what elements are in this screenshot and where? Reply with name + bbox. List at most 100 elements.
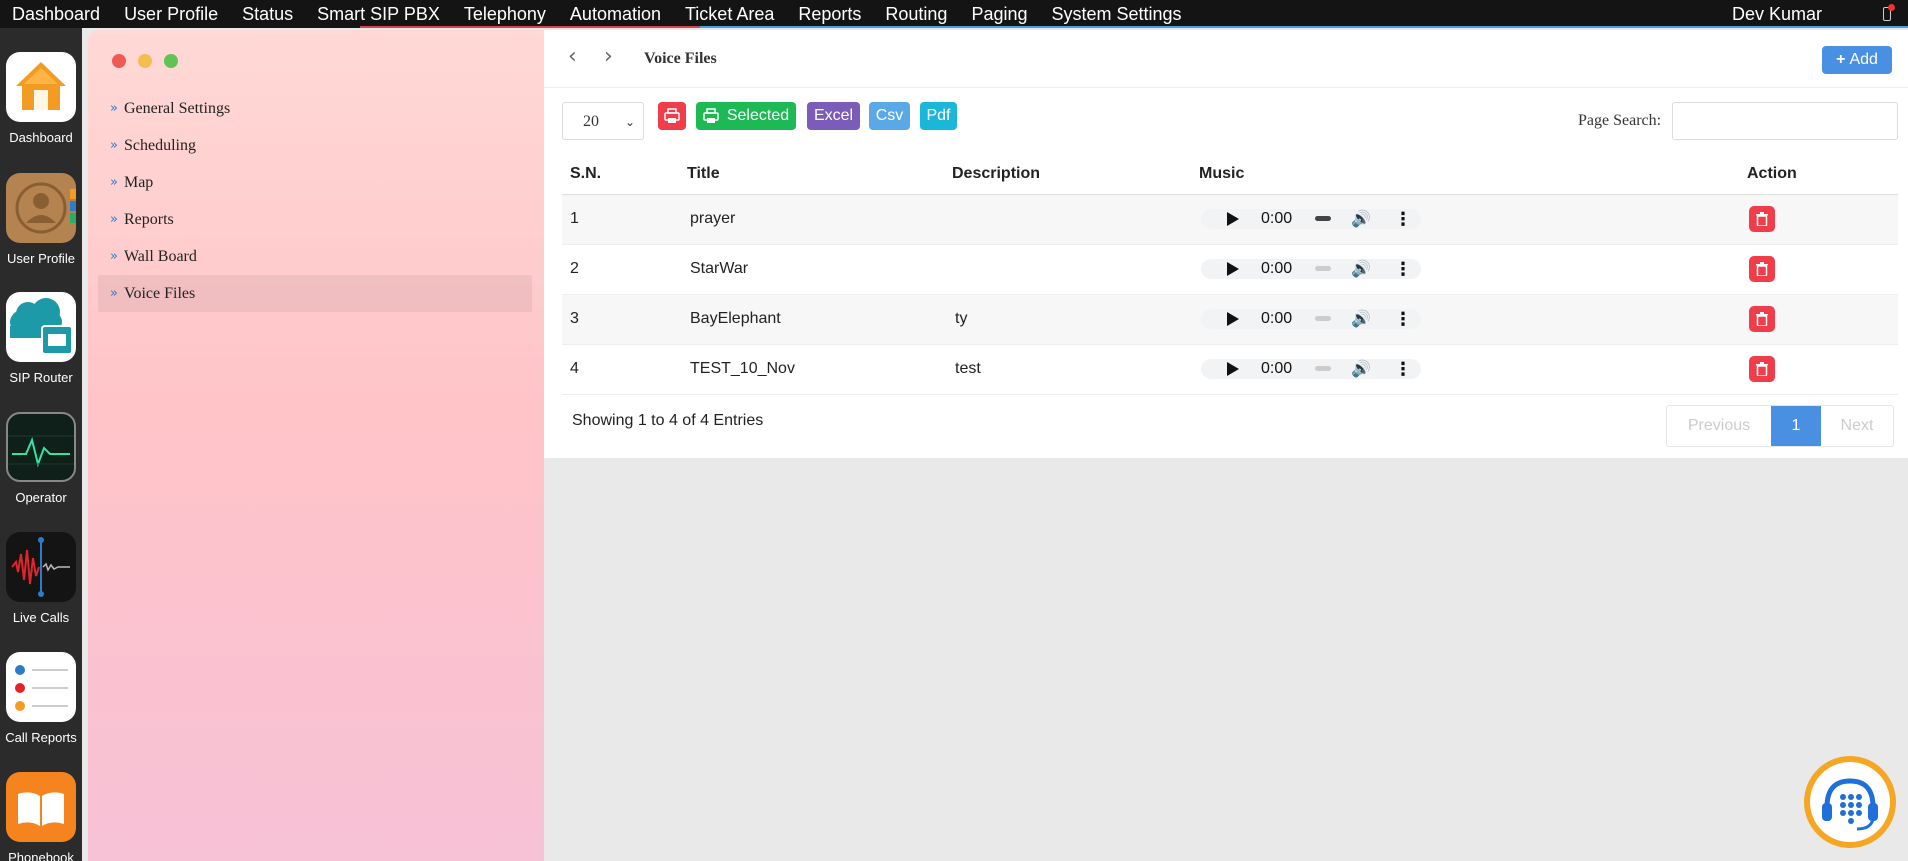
delete-button[interactable]	[1749, 206, 1775, 232]
print-button[interactable]	[658, 102, 686, 130]
audio-progress-slider[interactable]	[1315, 216, 1331, 221]
sidebar-item-voice-files[interactable]: » Voice Files	[98, 275, 532, 312]
menu-ticket-area[interactable]: Ticket Area	[673, 0, 786, 28]
page-1-button[interactable]: 1	[1771, 406, 1821, 446]
more-options-icon[interactable]: ⋮	[1394, 209, 1412, 230]
export-excel-button[interactable]: Excel	[807, 102, 860, 130]
reminders-icon	[6, 652, 76, 722]
sidebar-item-label: Voice Files	[123, 284, 196, 302]
column-header-music[interactable]: Music	[1191, 154, 1739, 195]
chevron-down-icon: ⌄	[624, 115, 635, 129]
minimize-window-button[interactable]	[138, 54, 152, 68]
voice-files-table: S.N. Title Description Music Action 1 pr…	[562, 154, 1898, 395]
menu-reports[interactable]: Reports	[786, 0, 873, 28]
more-options-icon[interactable]: ⋮	[1394, 309, 1412, 330]
cell-action	[1739, 194, 1898, 245]
cell-sn: 1	[562, 194, 679, 245]
dock-item-call-reports[interactable]: Call Reports	[0, 652, 82, 745]
column-header-action[interactable]: Action	[1739, 154, 1898, 195]
dock-label: Dashboard	[9, 130, 73, 145]
add-button[interactable]: + Add	[1822, 46, 1892, 74]
delete-button[interactable]	[1749, 256, 1775, 282]
column-header-description[interactable]: Description	[944, 154, 1191, 195]
play-icon[interactable]	[1227, 212, 1239, 226]
more-options-icon[interactable]: ⋮	[1394, 359, 1412, 380]
sidebar-item-scheduling[interactable]: » Scheduling	[98, 127, 532, 164]
play-icon[interactable]	[1227, 362, 1239, 376]
sidebar-item-label: Map	[123, 173, 154, 191]
play-icon[interactable]	[1227, 312, 1239, 326]
audio-time: 0:00	[1261, 210, 1293, 227]
delete-button[interactable]	[1749, 306, 1775, 332]
dock-item-operator[interactable]: Operator	[0, 412, 82, 505]
menu-telephony[interactable]: Telephony	[452, 0, 558, 28]
add-button-label: Add	[1849, 51, 1878, 68]
maximize-window-button[interactable]	[164, 54, 178, 68]
export-csv-button[interactable]: Csv	[869, 102, 910, 130]
dock-item-live-calls[interactable]: Live Calls	[0, 532, 82, 625]
page-title: Voice Files	[644, 50, 717, 67]
page-search-label: Page Search:	[1578, 112, 1662, 129]
table-row: 2 StarWar 0:00 🔊 ⋮	[562, 244, 1898, 295]
sidebar-item-label: Scheduling	[123, 136, 196, 154]
cell-music: 0:00 🔊 ⋮	[1191, 194, 1739, 245]
sidebar-item-label: Reports	[123, 210, 174, 228]
menu-status[interactable]: Status	[230, 0, 305, 28]
sidebar-item-reports[interactable]: » Reports	[98, 201, 532, 238]
dock-item-dashboard[interactable]: Dashboard	[0, 52, 82, 145]
menu-automation[interactable]: Automation	[558, 0, 673, 28]
volume-icon[interactable]: 🔊	[1351, 259, 1371, 278]
play-icon[interactable]	[1227, 262, 1239, 276]
contacts-icon	[6, 173, 76, 243]
sidebar-item-wall-board[interactable]: » Wall Board	[98, 238, 532, 275]
forward-arrow-icon[interactable]: ›	[604, 44, 613, 69]
page-search-input[interactable]	[1672, 102, 1898, 140]
home-icon	[6, 52, 76, 122]
cell-description: ty	[944, 294, 1191, 345]
delete-button[interactable]	[1749, 356, 1775, 382]
accent-divider	[360, 26, 700, 28]
dock-item-phonebook[interactable]: Phonebook	[0, 772, 82, 861]
page-header: ‹ › Voice Files + Add	[544, 30, 1908, 88]
audio-player: 0:00 🔊 ⋮	[1201, 259, 1421, 280]
volume-icon[interactable]: 🔊	[1351, 209, 1371, 228]
menu-paging[interactable]: Paging	[959, 0, 1039, 28]
column-header-title[interactable]: Title	[679, 154, 944, 195]
cell-title: StarWar	[679, 244, 944, 295]
back-arrow-icon[interactable]: ‹	[568, 44, 577, 69]
trash-icon	[1756, 312, 1768, 326]
audio-player: 0:00 🔊 ⋮	[1201, 309, 1421, 330]
cell-music: 0:00 🔊 ⋮	[1191, 244, 1739, 295]
audio-progress-slider[interactable]	[1315, 266, 1331, 271]
audio-progress-slider[interactable]	[1315, 366, 1331, 371]
cell-description	[944, 194, 1191, 245]
support-chat-button[interactable]	[1804, 756, 1896, 848]
export-pdf-button[interactable]: Pdf	[920, 102, 957, 130]
column-header-sn[interactable]: S.N.	[562, 154, 679, 195]
page-size-select[interactable]: 20 ⌄	[562, 102, 644, 140]
table-header-row: S.N. Title Description Music Action	[562, 154, 1898, 195]
user-name[interactable]: Dev Kumar	[1732, 0, 1822, 28]
menu-routing[interactable]: Routing	[873, 0, 959, 28]
dock-item-user-profile[interactable]: User Profile	[0, 173, 82, 266]
dock-item-sip-router[interactable]: SIP SIP Router	[0, 292, 82, 385]
volume-icon[interactable]: 🔊	[1351, 309, 1371, 328]
dock-label: User Profile	[7, 251, 75, 266]
menu-dashboard[interactable]: Dashboard	[0, 0, 112, 28]
cell-sn: 2	[562, 244, 679, 295]
more-options-icon[interactable]: ⋮	[1394, 259, 1412, 280]
menu-system-settings[interactable]: System Settings	[1040, 0, 1194, 28]
menu-smart-sip-pbx[interactable]: Smart SIP PBX	[305, 0, 452, 28]
sidebar-item-map[interactable]: » Map	[98, 164, 532, 201]
audio-progress-slider[interactable]	[1315, 316, 1331, 321]
close-window-button[interactable]	[112, 54, 126, 68]
volume-icon[interactable]: 🔊	[1351, 359, 1371, 378]
previous-page-button[interactable]: Previous	[1667, 406, 1771, 446]
next-page-button[interactable]: Next	[1821, 406, 1893, 446]
table-row: 1 prayer 0:00 🔊 ⋮	[562, 194, 1898, 245]
sidebar-item-general-settings[interactable]: » General Settings	[98, 90, 532, 127]
sidebar-nav: » General Settings » Scheduling » Map » …	[98, 90, 532, 312]
menu-user-profile[interactable]: User Profile	[112, 0, 230, 28]
double-chevron-right-icon: »	[110, 138, 118, 153]
print-selected-button[interactable]: Selected	[696, 102, 796, 130]
